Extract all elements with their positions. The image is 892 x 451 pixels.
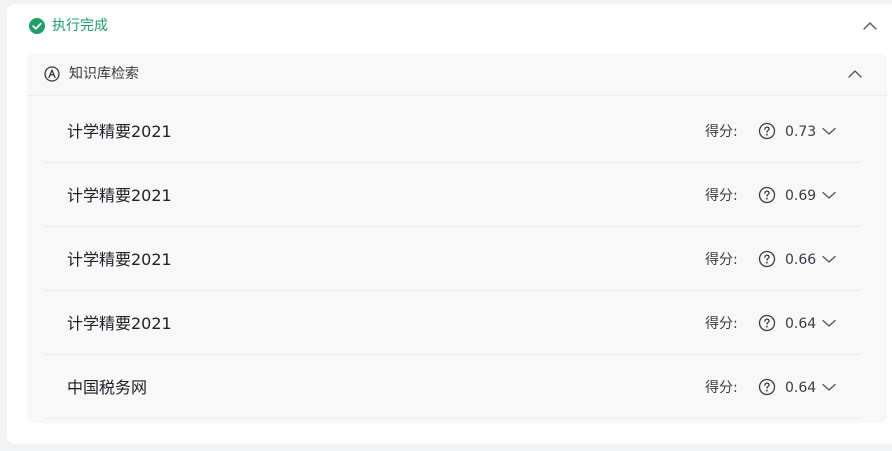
result-item[interactable]: 中国税务网 得分: 0.64 bbox=[44, 355, 861, 419]
score-value: 0.64 bbox=[785, 380, 817, 396]
results-list: 计学精要2021 得分: 0.73 计学精要2021 得分: 0.69 计学精要… bbox=[44, 99, 861, 419]
execution-card: 执行完成 知识库检索 计学精要2021 得分: 0.73 计学精要2021 得分… bbox=[7, 4, 892, 444]
score-value: 0.69 bbox=[785, 188, 817, 204]
chevron-up-icon[interactable] bbox=[861, 18, 879, 34]
status-label: 执行完成 bbox=[52, 18, 108, 34]
execution-status: 执行完成 bbox=[28, 16, 108, 36]
score-value: 0.73 bbox=[785, 124, 817, 140]
chevron-down-icon[interactable] bbox=[821, 188, 837, 202]
help-icon[interactable] bbox=[758, 122, 776, 140]
panel-header[interactable]: 知识库检索 bbox=[27, 53, 887, 96]
help-icon[interactable] bbox=[758, 378, 776, 396]
knowledge-search-panel: 知识库检索 计学精要2021 得分: 0.73 计学精要2021 得分: 0.6… bbox=[27, 53, 887, 423]
score-label: 得分: bbox=[705, 188, 738, 204]
result-item[interactable]: 计学精要2021 得分: 0.69 bbox=[44, 163, 861, 227]
chevron-down-icon[interactable] bbox=[821, 316, 837, 330]
score-label: 得分: bbox=[705, 380, 738, 396]
result-item[interactable]: 计学精要2021 得分: 0.64 bbox=[44, 291, 861, 355]
help-icon[interactable] bbox=[758, 250, 776, 268]
chevron-down-icon[interactable] bbox=[821, 380, 837, 394]
result-title: 计学精要2021 bbox=[67, 186, 172, 205]
score-label: 得分: bbox=[705, 124, 738, 140]
help-icon[interactable] bbox=[758, 186, 776, 204]
score-value: 0.64 bbox=[785, 316, 817, 332]
chevron-down-icon[interactable] bbox=[821, 252, 837, 266]
score-label: 得分: bbox=[705, 316, 738, 332]
result-title: 计学精要2021 bbox=[67, 250, 172, 269]
result-item[interactable]: 计学精要2021 得分: 0.66 bbox=[44, 227, 861, 291]
knowledge-base-icon bbox=[44, 66, 60, 82]
panel-title: 知识库检索 bbox=[69, 66, 139, 82]
score-label: 得分: bbox=[705, 252, 738, 268]
chevron-up-icon[interactable] bbox=[846, 66, 864, 82]
result-item[interactable]: 计学精要2021 得分: 0.73 bbox=[44, 99, 861, 163]
score-value: 0.66 bbox=[785, 252, 817, 268]
help-icon[interactable] bbox=[758, 314, 776, 332]
result-title: 计学精要2021 bbox=[67, 314, 172, 333]
result-title: 计学精要2021 bbox=[67, 122, 172, 141]
check-circle-icon bbox=[29, 18, 45, 34]
result-title: 中国税务网 bbox=[67, 378, 148, 397]
chevron-down-icon[interactable] bbox=[821, 124, 837, 138]
